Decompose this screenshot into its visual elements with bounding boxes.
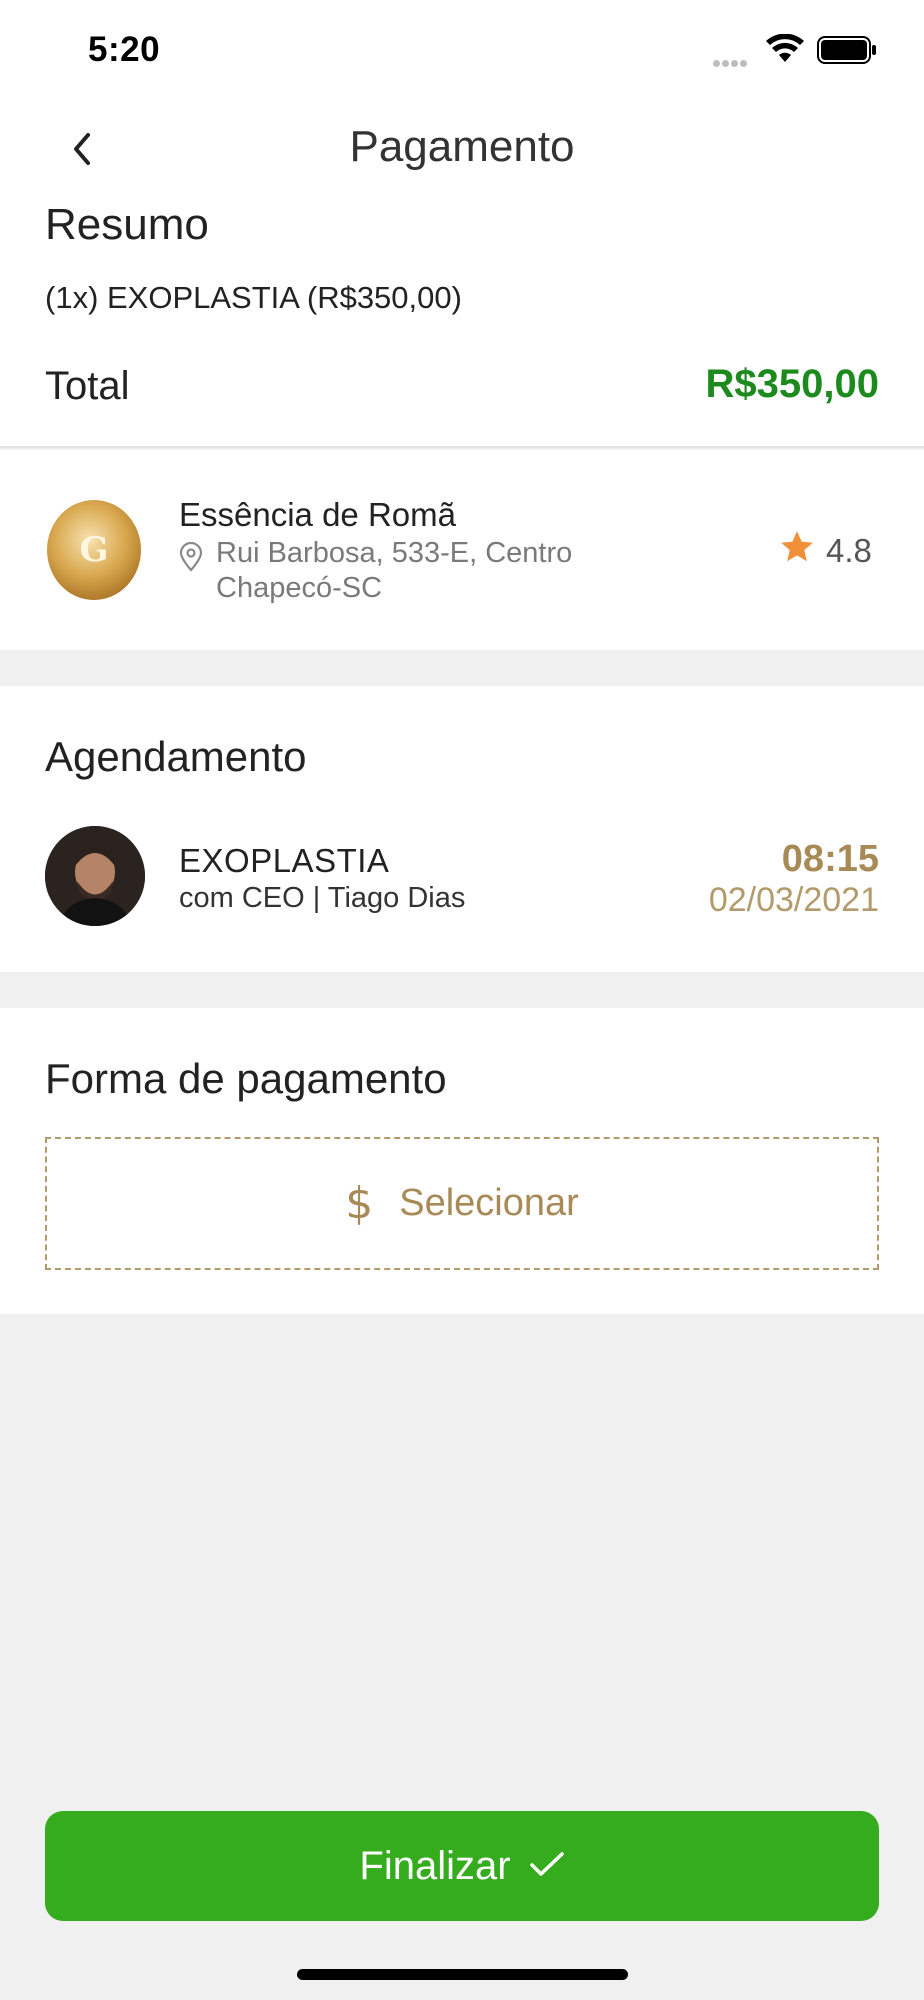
select-payment-label: Selecionar: [399, 1182, 579, 1224]
home-indicator: [297, 1969, 628, 1980]
salon-name: Essência de Romã: [179, 496, 456, 533]
schedule-title: Agendamento: [45, 733, 307, 780]
schedule-date: 02/03/2021: [708, 881, 879, 919]
total-value: R$350,00: [705, 362, 879, 406]
dollar-icon: $: [345, 1178, 374, 1229]
battery-icon: [817, 36, 877, 69]
page-title: Pagamento: [349, 122, 575, 171]
total-label: Total: [45, 364, 130, 408]
payment-title: Forma de pagamento: [45, 1055, 447, 1102]
schedule-time: 08:15: [781, 838, 879, 880]
schedule-section: [0, 686, 924, 972]
select-payment-button[interactable]: $ Selecionar: [45, 1137, 879, 1270]
status-time: 5:20: [88, 30, 161, 69]
professional-avatar: [45, 826, 145, 926]
wifi-icon: [765, 33, 805, 69]
finish-button[interactable]: Finalizar: [45, 1811, 879, 1921]
salon-address-line1: Rui Barbosa, 533-E, Centro: [216, 537, 573, 569]
summary-title: Resumo: [45, 200, 209, 249]
service-professional: com CEO | Tiago Dias: [179, 882, 466, 914]
salon-logo: G: [47, 500, 141, 600]
location-pin-icon: [178, 541, 204, 577]
salon-logo-letter: G: [79, 530, 109, 570]
star-icon: [778, 528, 816, 571]
salon-rating: 4.8: [826, 532, 872, 569]
signal-icon: [713, 54, 755, 67]
summary-item: (1x) EXOPLASTIA (R$350,00): [45, 280, 462, 315]
service-name: EXOPLASTIA: [179, 842, 390, 879]
salon-address-line2: Chapecó-SC: [216, 572, 383, 604]
finish-label: Finalizar: [359, 1843, 511, 1888]
check-icon: [529, 1850, 565, 1883]
